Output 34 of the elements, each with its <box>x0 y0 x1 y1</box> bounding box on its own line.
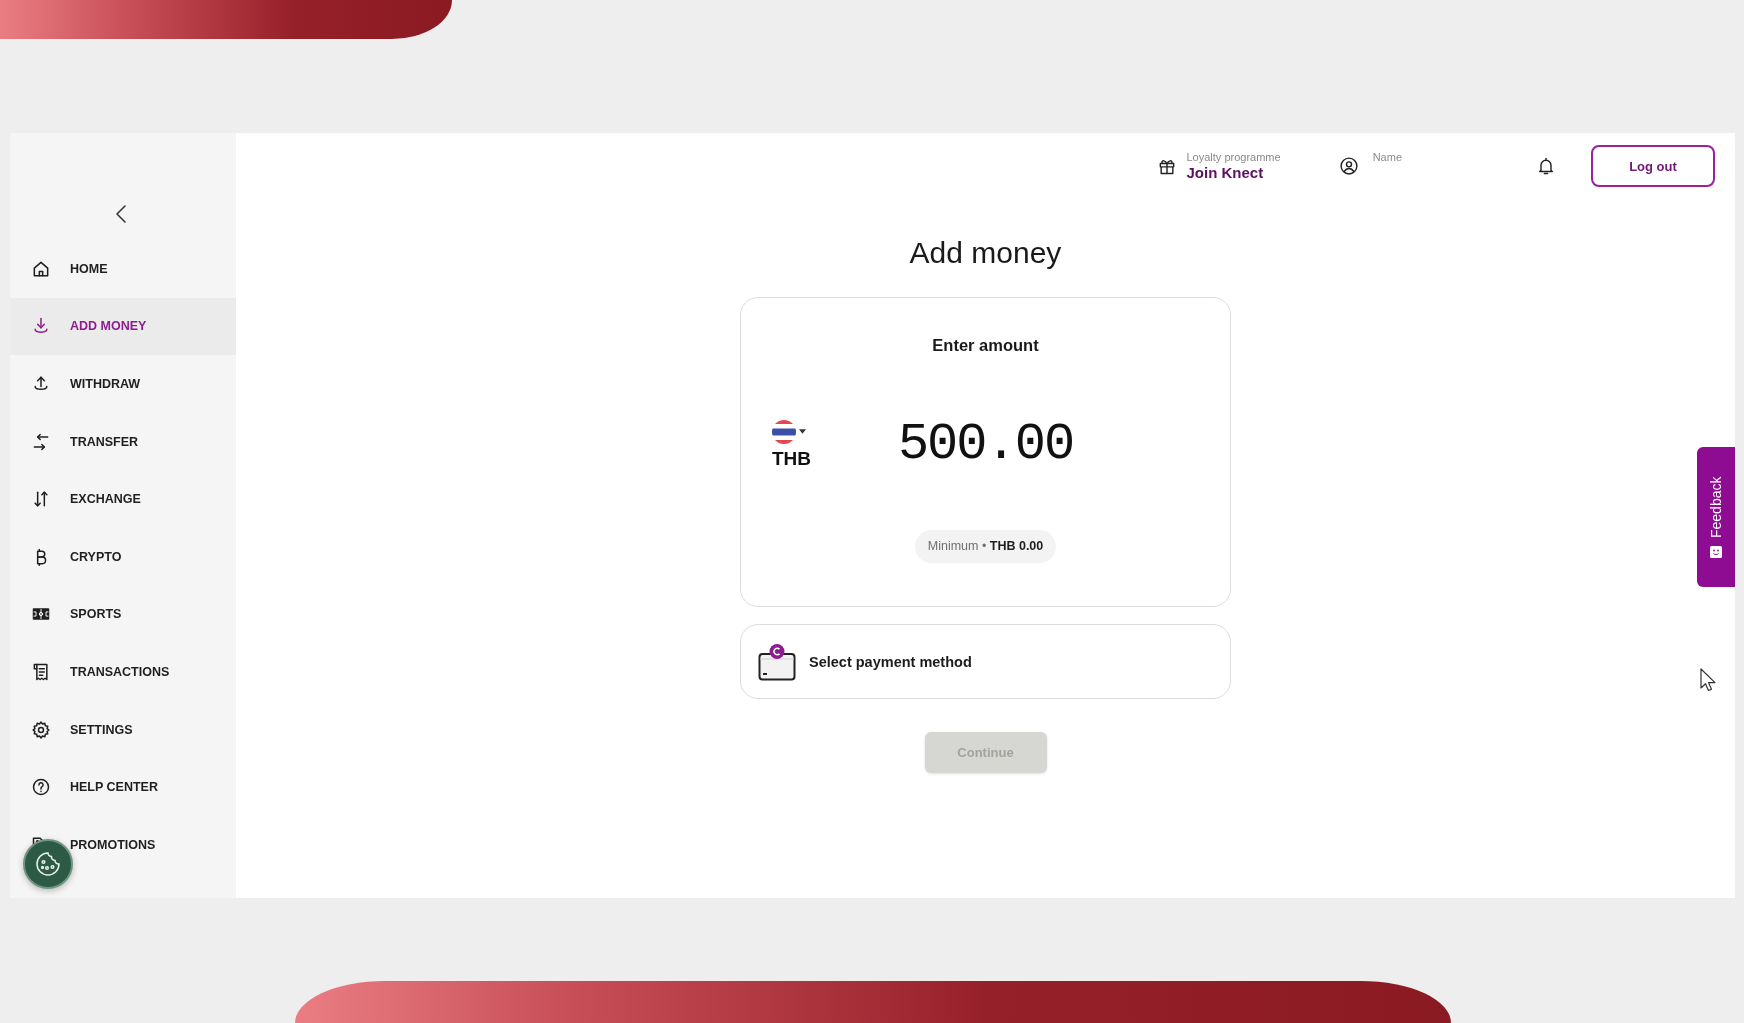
sidebar-item[interactable]: HELP CENTER <box>10 758 236 816</box>
sidebar-item[interactable]: TRANSFER <box>10 412 236 471</box>
amount-input[interactable]: 500.00 <box>890 409 1081 479</box>
minimum-note: Minimum • THB 0.00 <box>914 530 1057 563</box>
user-name-label: Name <box>1372 150 1402 164</box>
payment-method-selector[interactable]: Select payment method <box>740 624 1231 699</box>
sidebar-item[interactable]: SETTINGS <box>10 700 236 759</box>
page-title: Add money <box>909 235 1062 271</box>
transfer-arrows-icon <box>31 431 51 452</box>
sidebar-item[interactable]: EXCHANGE <box>10 470 236 528</box>
currency-selector[interactable]: THB <box>772 419 812 469</box>
card-heading: Enter amount <box>932 335 1039 356</box>
receipt-icon <box>31 661 51 682</box>
caret-icon <box>799 429 806 434</box>
thai-flag-icon <box>772 419 796 444</box>
smiley-icon <box>1710 545 1722 558</box>
sidebar-item[interactable]: ADD MONEY <box>10 297 236 356</box>
wallet-icon <box>758 642 796 681</box>
sidebar-item[interactable]: SPORTS <box>10 585 236 644</box>
cookie-icon <box>35 851 61 877</box>
sidebar-item[interactable]: CRYPTO <box>10 527 236 586</box>
feedback-tab[interactable]: Feedback <box>1697 447 1735 587</box>
sidebar-item[interactable]: HOME <box>10 240 236 298</box>
join-link[interactable]: Join Knect <box>1186 163 1281 182</box>
settings-icon <box>31 719 51 740</box>
help-icon <box>31 777 51 798</box>
user-icon[interactable] <box>1338 156 1359 176</box>
sidebar-item[interactable]: WITHDRAW <box>10 355 236 413</box>
loyalty-label: Loyalty programme <box>1186 150 1281 164</box>
chevron-left-icon[interactable] <box>114 203 128 225</box>
sidebar-item[interactable]: TRANSACTIONS <box>10 643 236 701</box>
cursor-icon <box>1700 668 1716 692</box>
bell-icon[interactable] <box>1536 156 1556 176</box>
logout-button[interactable]: Log out <box>1591 145 1715 187</box>
